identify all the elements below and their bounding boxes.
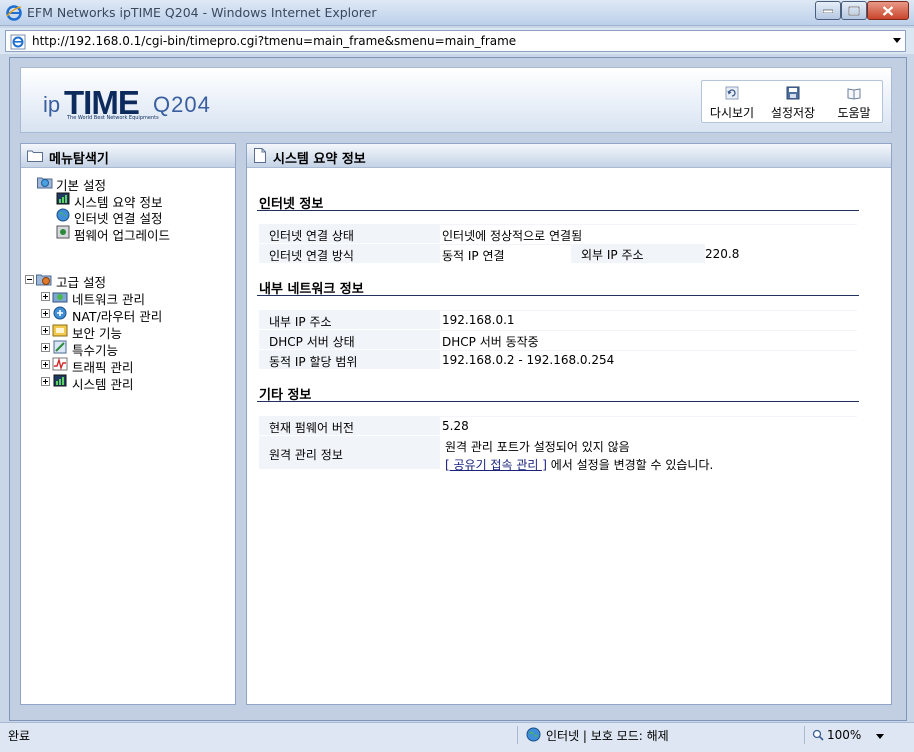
page-title: 시스템 요약 정보 <box>273 152 366 167</box>
router-icon <box>53 306 67 320</box>
traffic-icon <box>52 357 68 371</box>
help-book-icon <box>847 88 861 100</box>
row-internet-status: 인터넷 연결 상태 인터넷에 정상적으로 연결됨 <box>259 224 857 244</box>
row-internet-method: 인터넷 연결 방식 동적 IP 연결 외부 IP 주소 220.8 <box>259 244 857 264</box>
row-label: 인터넷 연결 방식 <box>269 249 354 263</box>
special-function-icon <box>53 340 67 354</box>
network-icon <box>52 292 68 303</box>
page-viewport: ip TIME The World Best Network Equipment… <box>9 57 907 721</box>
expand-icon[interactable] <box>41 326 50 335</box>
expand-icon[interactable] <box>41 292 50 301</box>
folder-icon <box>27 150 43 162</box>
firmware-icon <box>56 225 70 239</box>
row-label: 원격 관리 정보 <box>269 448 343 462</box>
security-icon <box>52 324 68 337</box>
row-dhcp-range: 동적 IP 할당 범위 192.168.0.2 - 192.168.0.254 <box>259 350 857 370</box>
router-access-management-link[interactable]: [ 공유기 접속 관리 ] <box>445 458 547 472</box>
minimize-button[interactable] <box>815 1 841 20</box>
row-label: 인터넷 연결 상태 <box>269 229 354 243</box>
logo-tagline: The World Best Network Equipments <box>67 115 159 121</box>
refresh-label: 다시보기 <box>709 106 755 120</box>
minimize-icon <box>823 9 833 13</box>
expand-icon[interactable] <box>41 309 50 318</box>
close-button[interactable] <box>867 1 909 20</box>
row-dhcp-status: DHCP 서버 상태 DHCP 서버 동작중 <box>259 330 857 350</box>
page-icon <box>10 34 26 50</box>
window-title: EFM Networks ipTIME Q204 - Windows Inter… <box>27 5 377 20</box>
advanced-folder-icon <box>36 274 52 286</box>
help-button[interactable]: 도움말 <box>824 81 884 124</box>
section-divider <box>257 295 859 296</box>
expand-icon[interactable] <box>41 343 50 352</box>
url-text: http://192.168.0.1/cgi-bin/timepro.cgi?t… <box>32 34 517 48</box>
row-label: 현재 펌웨어 버전 <box>269 421 354 435</box>
row-value: 5.28 <box>440 417 857 435</box>
help-label: 도움말 <box>837 106 871 120</box>
row-value: 192.168.0.2 - 192.168.0.254 <box>440 351 857 369</box>
menu-panel-title: 메뉴탐색기 <box>49 152 109 167</box>
main-content-panel: 시스템 요약 정보 인터넷 정보 인터넷 연결 상태 인터넷에 정상적으로 연결… <box>246 143 892 705</box>
document-icon <box>254 148 266 163</box>
menu-item-label: 시스템 관리 <box>72 377 134 392</box>
save-settings-button[interactable]: 설정저장 <box>763 81 823 124</box>
zoom-icon <box>812 729 824 741</box>
window-title-bar[interactable]: EFM Networks ipTIME Q204 - Windows Inter… <box>0 0 914 26</box>
section-divider <box>257 210 859 211</box>
remote-management-value: 원격 관리 포트가 설정되어 있지 않음 [ 공유기 접속 관리 ] 에서 설정… <box>440 436 857 472</box>
header-banner: ip TIME The World Best Network Equipment… <box>20 67 892 133</box>
external-ip-label: 외부 IP 주소 <box>571 244 705 263</box>
address-bar: http://192.168.0.1/cgi-bin/timepro.cgi?t… <box>0 28 914 54</box>
globe-icon <box>526 727 541 742</box>
menu-item-label: 펌웨어 업그레이드 <box>74 228 170 243</box>
maximize-button[interactable] <box>841 1 867 20</box>
status-bar: 완료 인터넷 | 보호 모드: 해제 100% <box>0 722 914 752</box>
save-label: 설정저장 <box>770 106 816 120</box>
ie-icon <box>6 5 22 21</box>
toolbar: 다시보기 설정저장 도움말 <box>701 80 883 123</box>
status-separator <box>517 726 518 744</box>
row-value: 인터넷에 정상적으로 연결됨 <box>440 225 857 243</box>
monitor-chart-icon <box>56 192 70 205</box>
main-panel-header: 시스템 요약 정보 <box>247 144 891 168</box>
remote-hint-text: 에서 설정을 변경할 수 있습니다. <box>550 458 714 472</box>
url-input[interactable]: http://192.168.0.1/cgi-bin/timepro.cgi?t… <box>5 30 906 52</box>
save-icon <box>786 86 800 100</box>
maximize-icon <box>848 6 860 15</box>
remote-settings-line: [ 공유기 접속 관리 ] 에서 설정을 변경할 수 있습니다. <box>442 456 857 473</box>
expand-icon[interactable] <box>41 360 50 369</box>
collapse-icon[interactable] <box>25 275 34 284</box>
logo-model: Q204 <box>153 92 211 117</box>
external-ip-value: 220.8 <box>705 244 857 263</box>
system-icon <box>53 374 67 387</box>
row-lan-ip: 내부 IP 주소 192.168.0.1 <box>259 310 857 330</box>
row-value: DHCP 서버 동작중 <box>440 331 857 349</box>
status-separator <box>804 726 805 744</box>
refresh-icon <box>725 86 739 100</box>
security-zone-text: 인터넷 | 보호 모드: 해제 <box>546 729 669 743</box>
globe-icon <box>56 208 70 222</box>
globe-folder-icon <box>37 177 53 189</box>
row-label: 내부 IP 주소 <box>269 315 332 329</box>
status-text: 완료 <box>8 729 31 743</box>
row-firmware-version: 현재 펌웨어 버전 5.28 <box>259 416 857 436</box>
chevron-down-icon[interactable] <box>876 734 884 739</box>
remote-status-text: 원격 관리 포트가 설정되어 있지 않음 <box>445 440 630 454</box>
row-value: 192.168.0.1 <box>440 311 857 329</box>
logo-ip: ip <box>43 92 61 117</box>
row-label: DHCP 서버 상태 <box>269 335 355 349</box>
expand-icon[interactable] <box>41 377 50 386</box>
refresh-button[interactable]: 다시보기 <box>702 81 762 124</box>
menu-panel-header: 메뉴탐색기 <box>21 144 235 168</box>
zoom-level: 100% <box>827 728 862 742</box>
section-divider <box>257 401 859 402</box>
close-icon <box>882 5 894 16</box>
row-remote-management: 원격 관리 정보 원격 관리 포트가 설정되어 있지 않음 [ 공유기 접속 관… <box>259 436 857 472</box>
row-label: 동적 IP 할당 범위 <box>269 355 358 369</box>
menu-explorer-panel: 메뉴탐색기 기본 설정 시스템 요약 정보 인터넷 연결 설정 펌웨어 업그레이… <box>20 143 236 705</box>
chevron-down-icon[interactable] <box>893 38 901 43</box>
